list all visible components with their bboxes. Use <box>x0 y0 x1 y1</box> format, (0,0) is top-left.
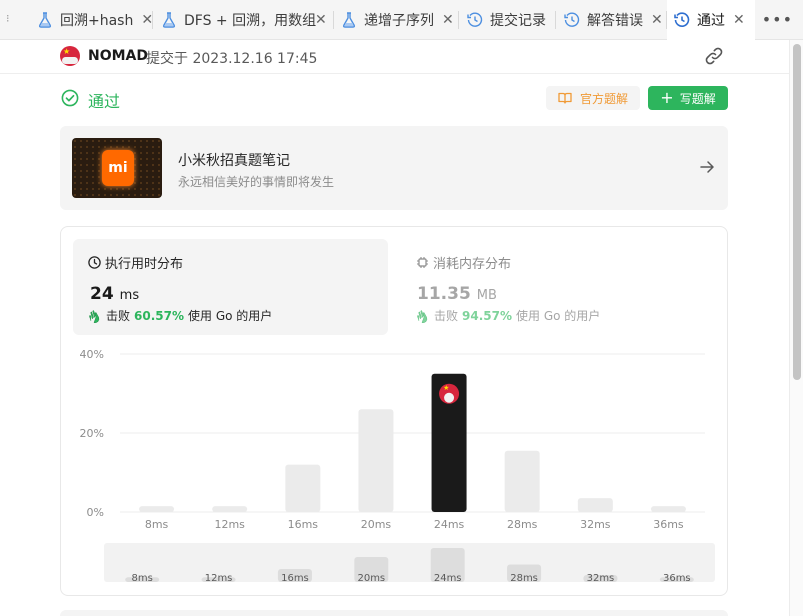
close-icon[interactable]: ✕ <box>651 12 663 28</box>
official-solution-button[interactable]: 官方题解 <box>546 86 640 110</box>
scrollbar-thumb[interactable] <box>793 44 801 380</box>
star-icon: ★ <box>63 47 71 56</box>
next-card-edge <box>60 610 728 616</box>
tab-divider <box>555 11 556 29</box>
close-icon[interactable]: ✕ <box>315 12 327 28</box>
official-solution-label: 官方题解 <box>579 91 628 106</box>
x-tick-label: 36ms <box>653 518 684 531</box>
tab-scroll-left-icon[interactable]: ⁝ <box>6 12 10 25</box>
promo-card[interactable]: mi 小米秋招真题笔记 永远相信美好的事情即将发生 <box>60 126 728 210</box>
runtime-distribution-chart[interactable]: 40% 20% 0% 8ms 12ms 16ms 20ms ★ 24ms 28ms 32ms 36ms <box>60 340 728 540</box>
memory-title[interactable]: 消耗内存分布 <box>416 253 511 272</box>
tab-wrong-answer[interactable]: 解答错误 ✕ <box>563 0 663 40</box>
link-icon[interactable] <box>703 46 725 66</box>
runtime-beat: 击败 60.57% 使用 Go 的用户 <box>88 307 272 324</box>
promo-title: 小米秋招真题笔记 <box>178 153 290 169</box>
submission-time: 提交于 2023.12.16 17:45 <box>146 51 318 67</box>
arrow-right-icon[interactable] <box>698 158 716 176</box>
flask-icon <box>160 11 178 29</box>
chart-bar <box>577 498 613 512</box>
tab-increasing-subsequence[interactable]: 递增子序列 ✕ <box>340 0 454 40</box>
avatar[interactable]: ★ <box>60 46 80 66</box>
clap-icon <box>416 309 430 323</box>
x-tick-label: 20ms <box>361 518 392 531</box>
runtime-title[interactable]: 执行用时分布 <box>88 253 183 272</box>
minimap-label: 28ms <box>510 573 538 582</box>
plus-icon: + <box>660 88 674 107</box>
tab-divider <box>458 11 459 29</box>
more-icon[interactable]: ••• <box>762 10 793 29</box>
clap-icon <box>88 309 102 323</box>
tab-bar: ⁝ 回溯+hash ✕ DFS + 回溯，用数组 ✕ 递增子序列 ✕ 提交记录 … <box>0 0 803 40</box>
submission-user[interactable]: NOMAD <box>88 48 148 64</box>
promo-thumbnail: mi <box>72 138 162 198</box>
scrollbar[interactable] <box>789 40 803 616</box>
avatar-marker-face <box>444 392 455 403</box>
history-icon <box>563 11 581 29</box>
tab-divider <box>152 11 153 29</box>
tab-label: 递增子序列 <box>364 13 434 29</box>
tab-submissions[interactable]: 提交记录 <box>466 0 546 40</box>
memory-beat: 击败 94.57% 使用 Go 的用户 <box>416 307 600 324</box>
star-icon: ★ <box>443 384 449 392</box>
runtime-value: 24 ms <box>90 284 140 304</box>
chart-bar <box>139 506 175 512</box>
tab-label: 提交记录 <box>490 13 546 29</box>
y-tick-label: 40% <box>80 348 104 361</box>
minimap-label: 8ms <box>132 573 153 582</box>
y-tick-label: 0% <box>87 506 104 519</box>
tab-label: 通过 <box>697 13 725 29</box>
submission-header: ★ NOMAD 提交于 2023.12.16 17:45 <box>0 40 789 74</box>
chart-bar <box>358 409 394 512</box>
tab-backtrack-hash[interactable]: 回溯+hash ✕ <box>36 0 153 40</box>
minimap-label: 32ms <box>587 573 615 582</box>
tab-label: DFS + 回溯，用数组 <box>184 13 317 29</box>
history-icon <box>673 11 691 29</box>
memory-value: 11.35 MB <box>417 284 497 304</box>
close-icon[interactable]: ✕ <box>442 12 454 28</box>
chip-icon <box>416 256 429 269</box>
tab-divider <box>333 11 334 29</box>
clock-icon <box>88 256 101 269</box>
x-tick-label: 28ms <box>507 518 538 531</box>
chart-bar <box>285 464 321 512</box>
tab-dfs-backtrack[interactable]: DFS + 回溯，用数组 <box>160 0 326 40</box>
write-solution-label: 写题解 <box>679 91 716 106</box>
write-solution-button[interactable]: + 写题解 <box>648 86 728 110</box>
chart-bar <box>650 506 686 512</box>
minimap-label: 36ms <box>663 573 691 582</box>
minimap-label: 24ms <box>434 573 462 582</box>
tab-accepted[interactable]: 通过 ✕ <box>667 0 755 40</box>
y-tick-label: 20% <box>80 427 104 440</box>
flask-icon <box>36 11 54 29</box>
tab-label: 回溯+hash <box>60 13 134 29</box>
book-icon <box>558 92 572 104</box>
minimap-label: 20ms <box>357 573 385 582</box>
minimap-label: 16ms <box>281 573 309 582</box>
status-text: 通过 <box>88 92 121 111</box>
history-icon <box>466 11 484 29</box>
x-tick-label: 16ms <box>288 518 319 531</box>
chart-bar <box>504 450 540 512</box>
tab-label: 解答错误 <box>587 13 643 29</box>
flask-icon <box>340 11 358 29</box>
x-tick-label: 12ms <box>214 518 245 531</box>
chart-bar <box>212 506 248 512</box>
x-tick-label: 8ms <box>145 518 169 531</box>
close-icon[interactable]: ✕ <box>733 12 745 28</box>
promo-subtitle: 永远相信美好的事情即将发生 <box>178 175 335 189</box>
range-selector[interactable]: 8ms 12ms 16ms 20ms 24ms 28ms 32ms 36ms <box>104 543 715 582</box>
minimap-label: 12ms <box>205 573 233 582</box>
xiaomi-logo: mi <box>102 150 134 186</box>
x-tick-label: 32ms <box>580 518 611 531</box>
x-tick-label: 24ms <box>434 518 465 531</box>
check-circle-icon <box>61 89 79 107</box>
